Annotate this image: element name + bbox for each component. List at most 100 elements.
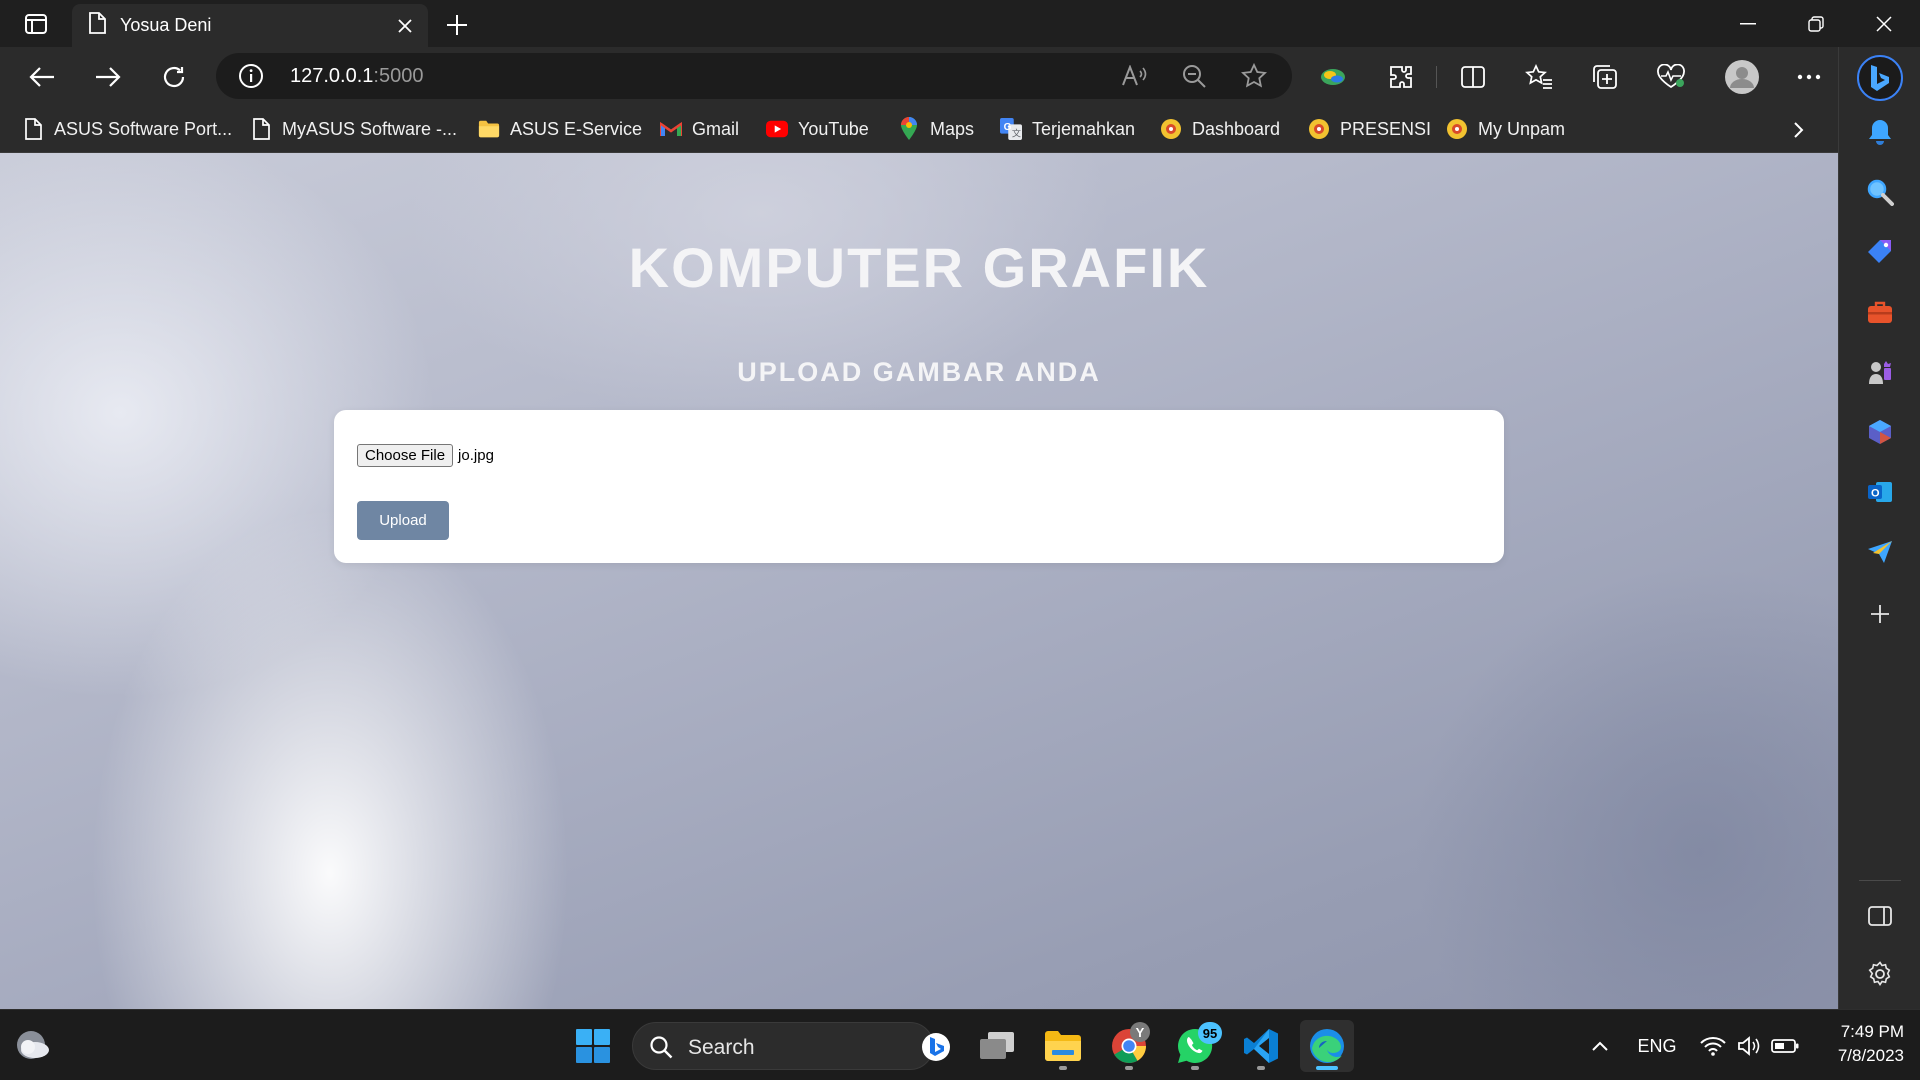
tab-actions-icon[interactable] [18,10,54,38]
restore-icon[interactable] [1782,0,1850,47]
minimize-icon[interactable] [1714,0,1782,47]
chrome-profile-badge: Y [1130,1022,1150,1042]
edge-icon[interactable] [1300,1020,1354,1072]
site-info-icon[interactable] [238,63,264,89]
shopping-tag-icon[interactable] [1861,233,1899,271]
whatsapp-icon[interactable]: 95 [1168,1020,1222,1072]
send-plane-icon[interactable] [1861,533,1899,571]
vscode-icon[interactable] [1234,1020,1288,1072]
folder-icon [478,118,500,140]
chrome-icon[interactable]: Y [1102,1020,1156,1072]
wifi-icon[interactable] [1698,1032,1728,1060]
bookmark-label: Terjemahkan [1032,118,1136,139]
task-view-icon[interactable] [970,1020,1024,1072]
whatsapp-unread-badge: 95 [1198,1022,1222,1044]
clock-date: 7/8/2023 [1837,1046,1904,1065]
back-icon[interactable] [22,57,62,97]
bookmark-presensi[interactable]: PRESENSI [1308,115,1431,143]
file-explorer-icon[interactable] [1036,1020,1090,1072]
page-viewport: KOMPUTER GRAFIK UPLOAD GAMBAR ANDA Choos… [0,153,1838,1009]
unpam-icon [1308,118,1330,140]
active-indicator [1316,1066,1338,1070]
notification-bell-icon[interactable] [1861,113,1899,151]
split-screen-icon[interactable] [1456,60,1490,94]
settings-gear-icon[interactable] [1861,955,1899,993]
page-title: KOMPUTER GRAFIK [628,236,1210,299]
outlook-icon[interactable]: O [1861,473,1899,511]
bookmark-my-unpam[interactable]: My Unpam [1446,115,1565,143]
bookmark-terjemahkan[interactable]: G文 Terjemahkan [1000,115,1135,143]
bookmark-label: My Unpam [1478,118,1566,139]
choose-file-button[interactable]: Choose File [357,444,454,467]
extension-colorful-icon[interactable] [1316,60,1350,94]
tools-briefcase-icon[interactable] [1861,293,1899,331]
bookmark-dashboard[interactable]: Dashboard [1160,115,1280,143]
file-input[interactable]: Choose File jo.jpg [357,444,494,467]
bookmark-asus-software-portal[interactable]: ASUS Software Port... [22,115,232,143]
battery-icon[interactable] [1770,1032,1800,1060]
bing-copilot-icon[interactable] [1857,55,1903,101]
volume-icon[interactable] [1734,1032,1764,1060]
running-indicator [1125,1066,1133,1070]
running-indicator [1059,1066,1067,1070]
games-icon[interactable] [1861,353,1899,391]
running-indicator [1191,1066,1199,1070]
upload-button[interactable]: Upload [357,501,449,540]
bookmark-asus-e-service[interactable]: ASUS E-Service [478,115,642,143]
taskbar-search[interactable]: Search [632,1022,950,1070]
microsoft-365-icon[interactable] [1861,413,1899,451]
bookmark-label: YouTube [798,118,869,139]
close-tab-icon[interactable] [388,9,422,43]
svg-text:G: G [1004,122,1012,133]
refresh-icon[interactable] [154,57,194,97]
read-aloud-icon[interactable] [1120,62,1148,90]
browser-essentials-icon[interactable] [1654,60,1688,94]
page-icon [250,118,272,140]
bookmark-myasus-software[interactable]: MyASUS Software -... [250,115,457,143]
search-icon[interactable] [1861,173,1899,211]
favorite-star-icon[interactable] [1240,62,1268,90]
bookmark-label: ASUS Software Port... [54,118,233,139]
edge-sidebar: O [1838,47,1920,1009]
browser-toolbar: 127.0.0.1:5000 [0,47,1838,106]
more-options-icon[interactable] [1792,60,1826,94]
start-windows-icon[interactable] [566,1020,620,1072]
bookmark-label: Dashboard [1192,118,1281,139]
profile-avatar-icon[interactable] [1722,57,1762,97]
bookmarks-bar: ASUS Software Port... MyASUS Software -.… [0,106,1838,153]
collections-icon[interactable] [1588,60,1622,94]
weather-cloud-icon[interactable] [14,1028,54,1064]
bookmark-youtube[interactable]: YouTube [766,115,869,143]
bookmark-label: PRESENSI [1340,118,1432,139]
extensions-icon[interactable] [1384,60,1418,94]
browser-tab[interactable]: Yosua Deni [72,4,428,47]
hide-sidebar-icon[interactable] [1861,897,1899,935]
translate-icon: G文 [1000,118,1022,140]
selected-file-name: jo.jpg [458,447,494,464]
zoom-out-icon[interactable] [1180,62,1208,90]
title-bar: Yosua Deni [0,0,1920,47]
favorites-icon[interactable] [1522,60,1556,94]
new-tab-icon[interactable] [440,8,474,42]
tab-title: Yosua Deni [120,15,212,35]
page-icon [22,118,44,140]
bookmark-label: MyASUS Software -... [282,118,458,139]
page-icon [88,12,106,39]
close-window-icon[interactable] [1850,0,1918,47]
windows-taskbar: Search Y 95 ENG 7:49 PM 7/8/2023 [0,1009,1920,1080]
input-language[interactable]: ENG [1632,1032,1682,1060]
bing-icon [922,1033,950,1061]
chevron-up-icon[interactable] [1586,1032,1614,1060]
bookmark-maps[interactable]: Maps [898,115,974,143]
chevron-right-icon[interactable] [1782,116,1816,144]
system-clock[interactable]: 7:49 PM 7/8/2023 [1812,1020,1904,1068]
unpam-icon [1446,118,1468,140]
add-sidebar-app-icon[interactable] [1861,595,1899,633]
page-subtitle: UPLOAD GAMBAR ANDA [737,357,1101,387]
bookmark-label: Gmail [692,118,740,139]
forward-icon[interactable] [88,57,128,97]
svg-text:O: O [1871,488,1880,500]
bookmark-gmail[interactable]: Gmail [660,115,739,143]
url-text[interactable]: 127.0.0.1:5000 [290,65,423,88]
address-bar[interactable]: 127.0.0.1:5000 [216,53,1292,99]
